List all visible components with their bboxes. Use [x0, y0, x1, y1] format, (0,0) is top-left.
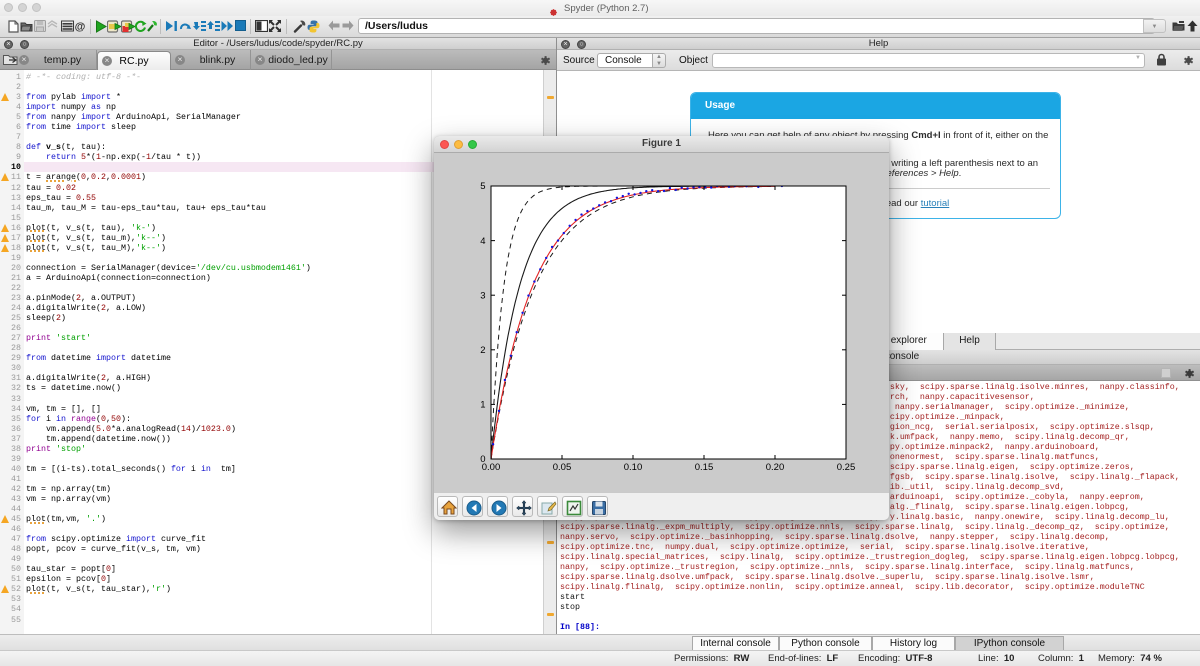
svg-text:0.20: 0.20	[766, 462, 785, 473]
svg-text:4: 4	[480, 236, 485, 247]
svg-text:5: 5	[480, 181, 485, 192]
svg-text:2: 2	[480, 345, 485, 356]
svg-text:0.25: 0.25	[837, 462, 856, 473]
svg-text:0.05: 0.05	[553, 462, 572, 473]
svg-text:1: 1	[480, 400, 485, 411]
svg-text:0: 0	[480, 454, 485, 465]
svg-text:0.15: 0.15	[695, 462, 714, 473]
svg-text:0.10: 0.10	[624, 462, 643, 473]
svg-text:3: 3	[480, 290, 485, 301]
